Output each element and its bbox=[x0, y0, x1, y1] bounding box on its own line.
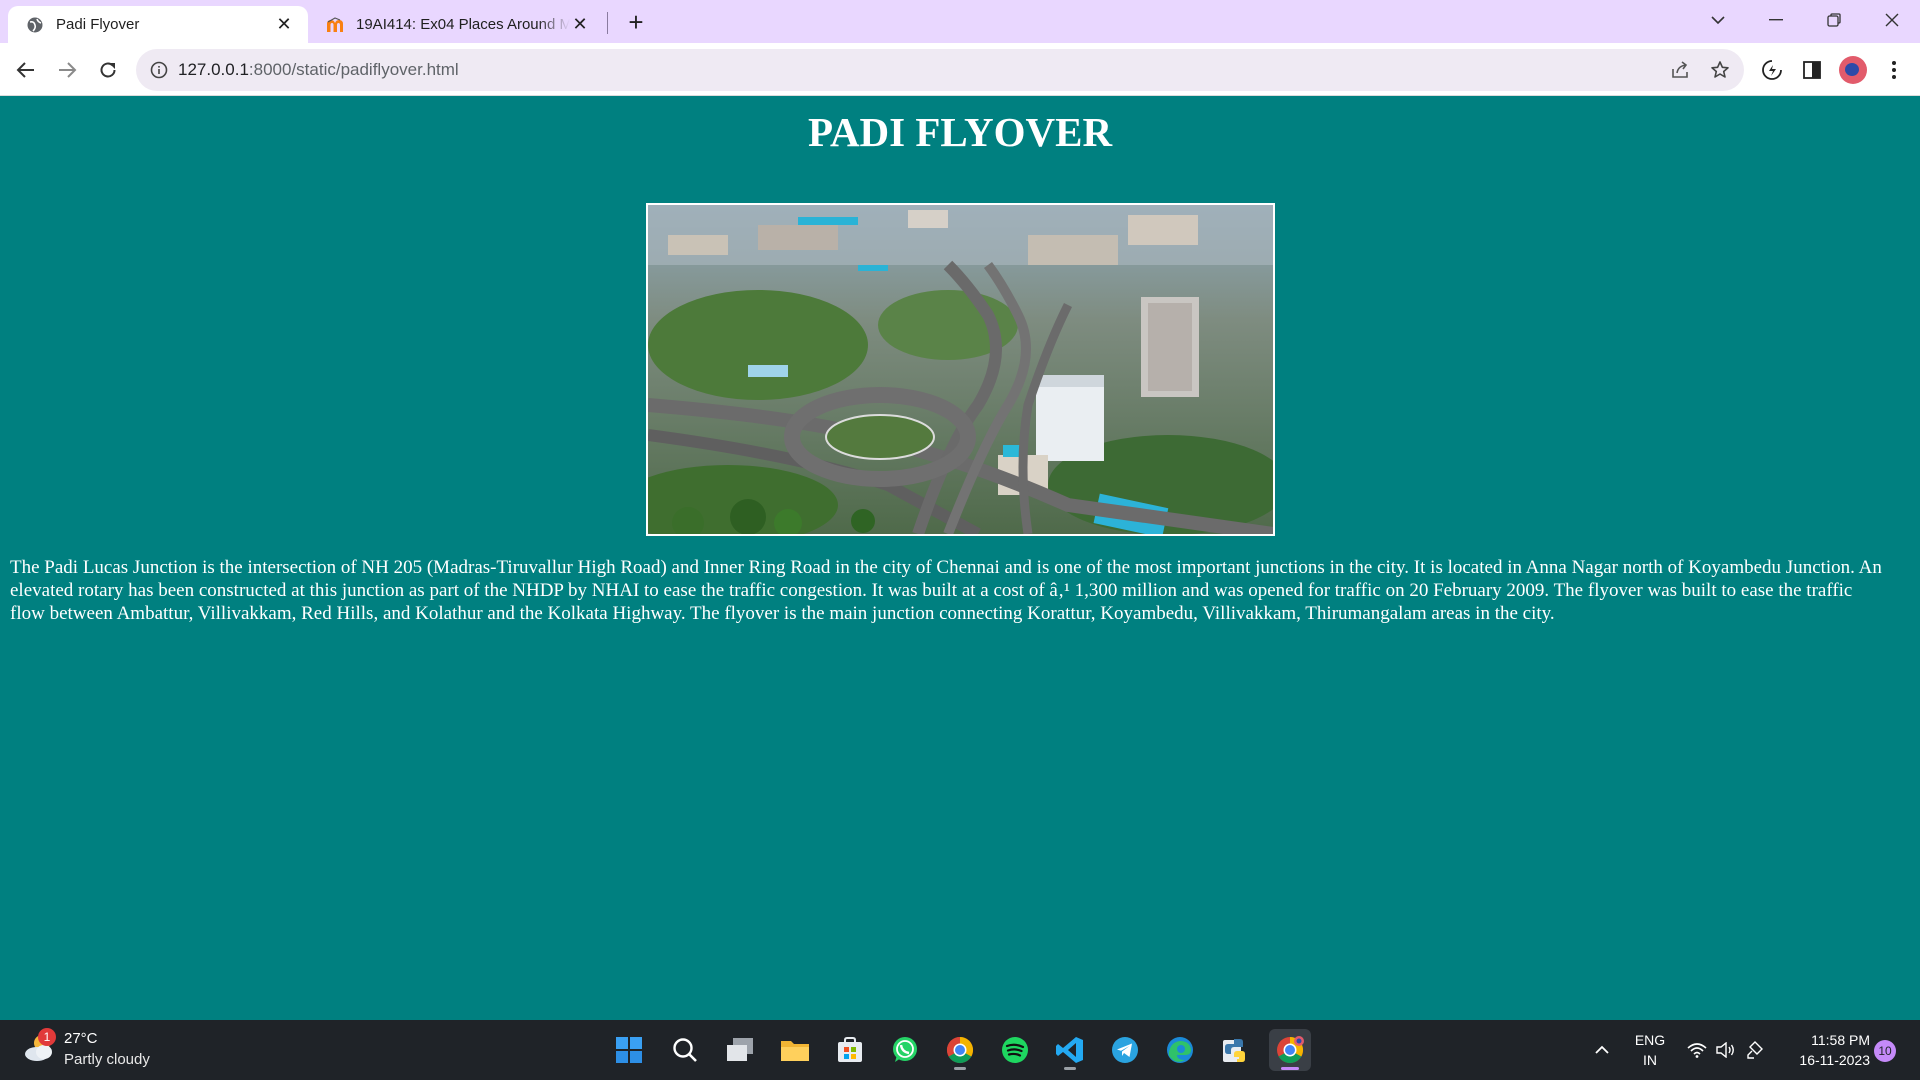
extension-icon[interactable] bbox=[1756, 54, 1788, 86]
whatsapp-icon[interactable] bbox=[884, 1029, 926, 1071]
chevron-up-icon[interactable] bbox=[1590, 1020, 1614, 1080]
plus-icon[interactable]: + bbox=[622, 7, 650, 37]
tab-title: 19AI414: Ex04 Places Around Me bbox=[356, 16, 570, 33]
spotify-icon[interactable] bbox=[994, 1029, 1036, 1071]
minimize-icon[interactable] bbox=[1748, 0, 1804, 40]
language-indicator[interactable]: ENG IN bbox=[1632, 1030, 1668, 1070]
telegram-icon[interactable] bbox=[1104, 1029, 1146, 1071]
url-text[interactable]: 127.0.0.1:8000/static/padiflyover.html bbox=[178, 60, 459, 80]
tab-places-around-me[interactable]: 19AI414: Ex04 Places Around Me ✕ bbox=[312, 6, 602, 43]
globe-icon bbox=[26, 16, 44, 34]
weather-description[interactable]: Partly cloudy bbox=[64, 1051, 150, 1068]
close-tab-icon[interactable]: ✕ bbox=[570, 14, 590, 35]
chrome-icon[interactable] bbox=[939, 1029, 981, 1071]
search-icon[interactable] bbox=[664, 1029, 706, 1071]
browser-tab-strip: Padi Flyover ✕ 19AI414: Ex04 Places Arou… bbox=[0, 0, 1920, 43]
volume-icon[interactable] bbox=[1714, 1020, 1738, 1080]
edge-icon[interactable] bbox=[1159, 1029, 1201, 1071]
forward-icon[interactable] bbox=[51, 54, 83, 86]
description-paragraph: The Padi Lucas Junction is the intersect… bbox=[10, 557, 1882, 624]
clock-date: 16-11-2023 bbox=[1799, 1052, 1870, 1068]
reload-icon[interactable] bbox=[92, 54, 124, 86]
moodle-icon bbox=[326, 16, 344, 34]
running-indicator bbox=[954, 1067, 966, 1070]
close-window-icon[interactable] bbox=[1864, 0, 1920, 40]
site-info-icon[interactable] bbox=[148, 59, 170, 81]
address-bar[interactable]: 127.0.0.1:8000/static/padiflyover.html bbox=[136, 49, 1744, 91]
region-code: IN bbox=[1643, 1052, 1657, 1068]
bookmark-star-icon[interactable] bbox=[1708, 58, 1732, 82]
system-clock[interactable]: 11:58 PM 16-11-2023 bbox=[1780, 1030, 1870, 1070]
close-tab-icon[interactable]: ✕ bbox=[274, 14, 294, 35]
running-indicator bbox=[1281, 1067, 1299, 1070]
profile-avatar[interactable] bbox=[1839, 56, 1867, 84]
back-icon[interactable] bbox=[10, 54, 42, 86]
notification-badge[interactable]: 10 bbox=[1874, 1040, 1896, 1062]
weather-temperature[interactable]: 27°C bbox=[64, 1030, 98, 1047]
wifi-icon[interactable] bbox=[1685, 1020, 1709, 1080]
windows-start-icon[interactable] bbox=[608, 1029, 650, 1071]
restore-icon[interactable] bbox=[1806, 0, 1862, 40]
file-explorer-icon[interactable] bbox=[774, 1029, 816, 1071]
windows-taskbar: 1 27°C Partly cloudy ENG IN 11:58 PM 16-… bbox=[0, 1020, 1920, 1080]
clock-time: 11:58 PM bbox=[1811, 1032, 1870, 1048]
tab-search-icon[interactable] bbox=[1690, 0, 1746, 40]
vscode-icon[interactable] bbox=[1049, 1029, 1091, 1071]
browser-toolbar: 127.0.0.1:8000/static/padiflyover.html bbox=[0, 43, 1920, 96]
battery-icon[interactable] bbox=[1744, 1020, 1768, 1080]
share-icon[interactable] bbox=[1668, 58, 1692, 82]
flyover-photo bbox=[646, 203, 1275, 536]
page-title: PADI FLYOVER bbox=[807, 109, 1113, 155]
task-view-icon[interactable] bbox=[719, 1029, 761, 1071]
tab-separator bbox=[607, 12, 608, 34]
tab-padi-flyover[interactable]: Padi Flyover ✕ bbox=[8, 6, 308, 43]
menu-icon[interactable] bbox=[1878, 54, 1910, 86]
language-code: ENG bbox=[1634, 1032, 1666, 1048]
side-panel-icon[interactable] bbox=[1796, 54, 1828, 86]
tab-title: Padi Flyover bbox=[56, 16, 140, 33]
running-indicator bbox=[1064, 1067, 1076, 1070]
web-page: PADI FLYOVER The Padi Lucas Junction is … bbox=[0, 96, 1920, 1020]
python-icon[interactable] bbox=[1214, 1029, 1256, 1071]
microsoft-store-icon[interactable] bbox=[829, 1029, 871, 1071]
chrome-profile-icon[interactable] bbox=[1269, 1029, 1311, 1071]
weather-alert-badge: 1 bbox=[38, 1028, 56, 1046]
